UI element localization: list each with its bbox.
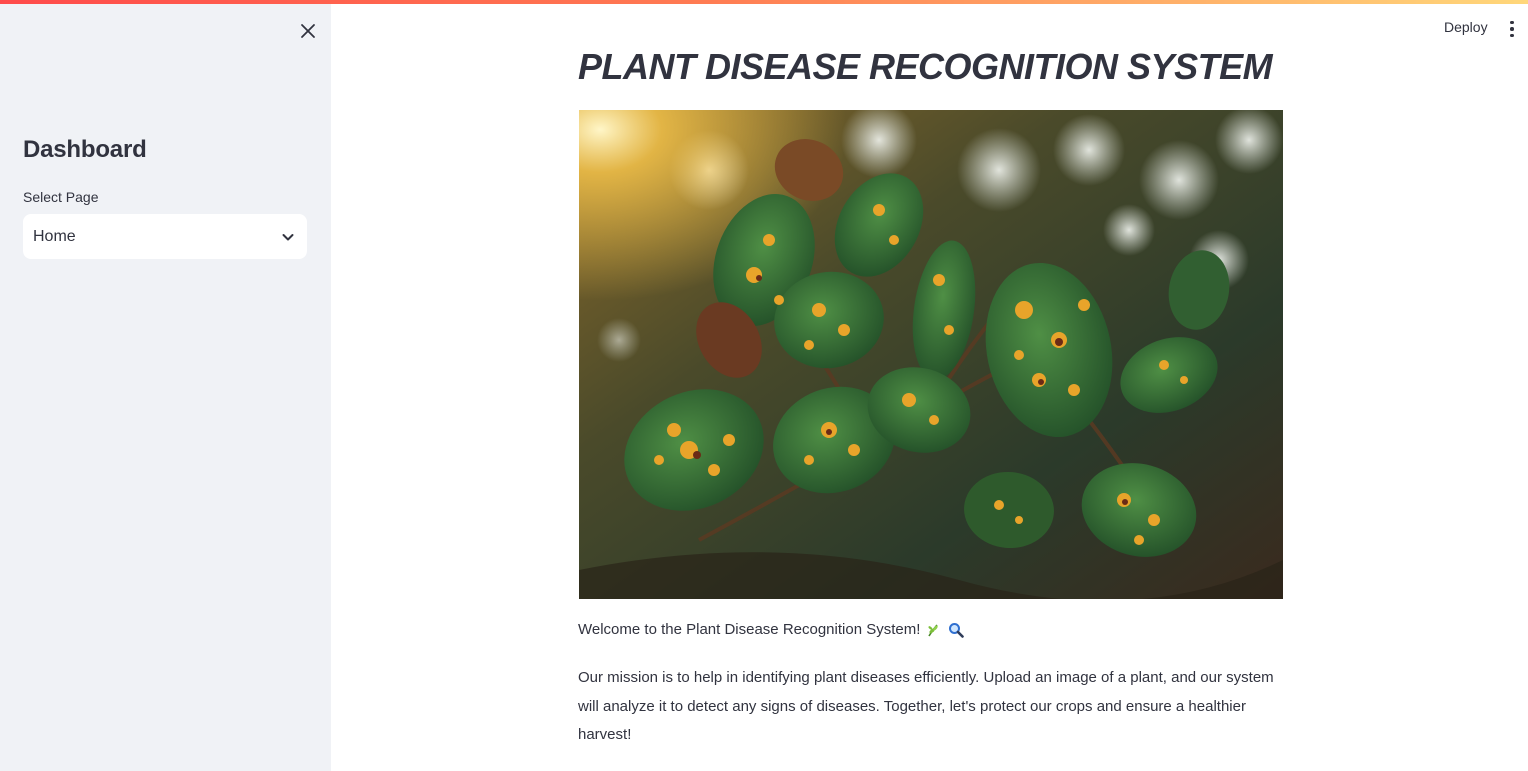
deploy-button[interactable]: Deploy <box>1436 19 1496 39</box>
page-title: PLANT DISEASE RECOGNITION SYSTEM <box>578 46 1273 87</box>
select-page-dropdown[interactable]: Home <box>23 214 307 259</box>
close-sidebar-button[interactable] <box>296 19 320 43</box>
top-decoration-bar <box>0 0 1528 4</box>
welcome-message: Welcome to the Plant Disease Recognition… <box>578 621 965 638</box>
diseased-plant-leaves-photo <box>579 110 1283 599</box>
close-icon <box>301 24 315 38</box>
sidebar: Dashboard Select Page Home <box>0 0 331 771</box>
magnifier-icon <box>948 622 965 638</box>
mission-paragraph: Our mission is to help in identifying pl… <box>578 669 1274 743</box>
kebab-menu-icon <box>1510 20 1514 25</box>
welcome-text: Welcome to the Plant Disease Recognition… <box>578 621 921 638</box>
select-page-value: Home <box>33 227 76 245</box>
chevron-down-icon <box>281 230 295 244</box>
herb-icon <box>926 622 942 638</box>
sidebar-title: Dashboard <box>23 136 147 163</box>
select-page-label: Select Page <box>23 189 99 205</box>
main-menu-button[interactable] <box>1504 19 1520 39</box>
hero-image <box>579 110 1283 599</box>
